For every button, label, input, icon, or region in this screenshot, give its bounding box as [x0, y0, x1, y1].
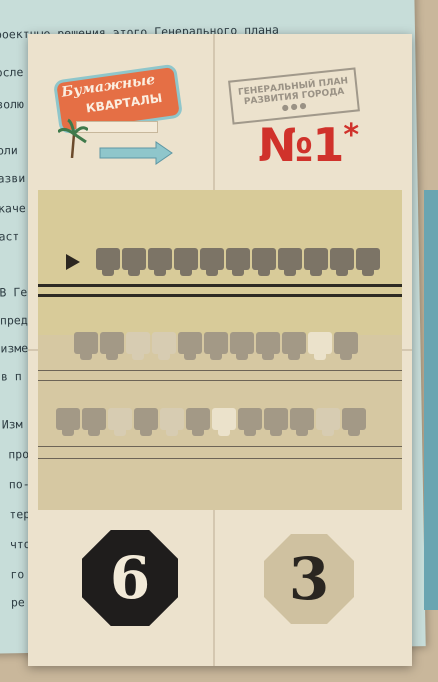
divider — [38, 380, 402, 381]
house-cell[interactable] — [230, 332, 254, 360]
divider — [38, 294, 402, 297]
doc-line: В Ге — [0, 285, 28, 300]
house-cell[interactable] — [74, 332, 98, 360]
house-cell[interactable] — [96, 248, 120, 276]
divider — [38, 458, 402, 459]
house-cell[interactable] — [252, 248, 276, 276]
house-cell[interactable] — [342, 408, 366, 436]
house-cell[interactable] — [212, 408, 236, 436]
doc-line: каче — [0, 201, 26, 216]
divider — [38, 446, 402, 447]
arrow-icon — [99, 141, 173, 165]
house-cell[interactable] — [126, 332, 150, 360]
house-cell[interactable] — [186, 408, 210, 436]
house-cell[interactable] — [238, 408, 262, 436]
logo-tagline — [76, 121, 158, 133]
doc-line: по- — [8, 476, 30, 492]
house-cell[interactable] — [82, 408, 106, 436]
house-cell[interactable] — [282, 332, 306, 360]
house-row-1 — [96, 248, 380, 276]
house-row-2 — [74, 332, 358, 360]
token-value: 6 — [109, 544, 151, 612]
house-cell[interactable] — [200, 248, 224, 276]
house-cell[interactable] — [330, 248, 354, 276]
doc-line: изме — [0, 341, 29, 356]
house-cell[interactable] — [308, 332, 332, 360]
game-logo: Бумажные КВАРТАЛЫ — [48, 58, 184, 178]
score-token-left[interactable]: 6 — [82, 530, 178, 626]
plan-number-text: №1 — [258, 118, 344, 172]
plan-card[interactable]: Бумажные КВАРТАЛЫ ГЕНЕРАЛЬНЫЙ ПЛАН РАЗВИ… — [28, 34, 412, 666]
doc-line: про — [8, 447, 30, 462]
house-cell[interactable] — [304, 248, 328, 276]
token-value: 3 — [288, 545, 330, 613]
doc-line: ре — [10, 595, 25, 610]
house-cell[interactable] — [134, 408, 158, 436]
house-cell[interactable] — [256, 332, 280, 360]
house-cell[interactable] — [152, 332, 176, 360]
house-cell[interactable] — [108, 408, 132, 436]
background-edge — [424, 190, 438, 610]
house-cell[interactable] — [148, 248, 172, 276]
plan-board — [38, 190, 402, 510]
house-cell[interactable] — [226, 248, 250, 276]
play-marker-icon — [66, 254, 80, 270]
house-cell[interactable] — [56, 408, 80, 436]
divider — [38, 370, 402, 371]
plan-number: №1* — [258, 118, 359, 172]
palm-tree-icon — [58, 118, 88, 158]
house-cell[interactable] — [160, 408, 184, 436]
plan-star: * — [343, 118, 359, 153]
doc-line: осле — [0, 65, 24, 80]
doc-line: азви — [0, 171, 26, 186]
house-cell[interactable] — [178, 332, 202, 360]
house-row-3 — [56, 408, 366, 436]
doc-line: пред — [0, 313, 28, 328]
city-plan-stamp: ГЕНЕРАЛЬНЫЙ ПЛАН РАЗВИТИЯ ГОРОДА ●●● — [228, 67, 360, 125]
house-cell[interactable] — [316, 408, 340, 436]
house-cell[interactable] — [204, 332, 228, 360]
doc-line: оли — [0, 143, 18, 158]
divider — [38, 284, 402, 287]
house-cell[interactable] — [278, 248, 302, 276]
house-cell[interactable] — [334, 332, 358, 360]
house-cell[interactable] — [122, 248, 146, 276]
house-cell[interactable] — [174, 248, 198, 276]
doc-line: го — [10, 567, 25, 582]
house-cell[interactable] — [100, 332, 124, 360]
doc-line: Изм — [1, 417, 23, 432]
doc-line: аст — [0, 229, 20, 244]
doc-line: золю — [0, 97, 25, 112]
score-token-right[interactable]: 3 — [264, 534, 354, 624]
house-cell[interactable] — [356, 248, 380, 276]
doc-line: в п — [0, 369, 22, 384]
house-cell[interactable] — [264, 408, 288, 436]
house-cell[interactable] — [290, 408, 314, 436]
